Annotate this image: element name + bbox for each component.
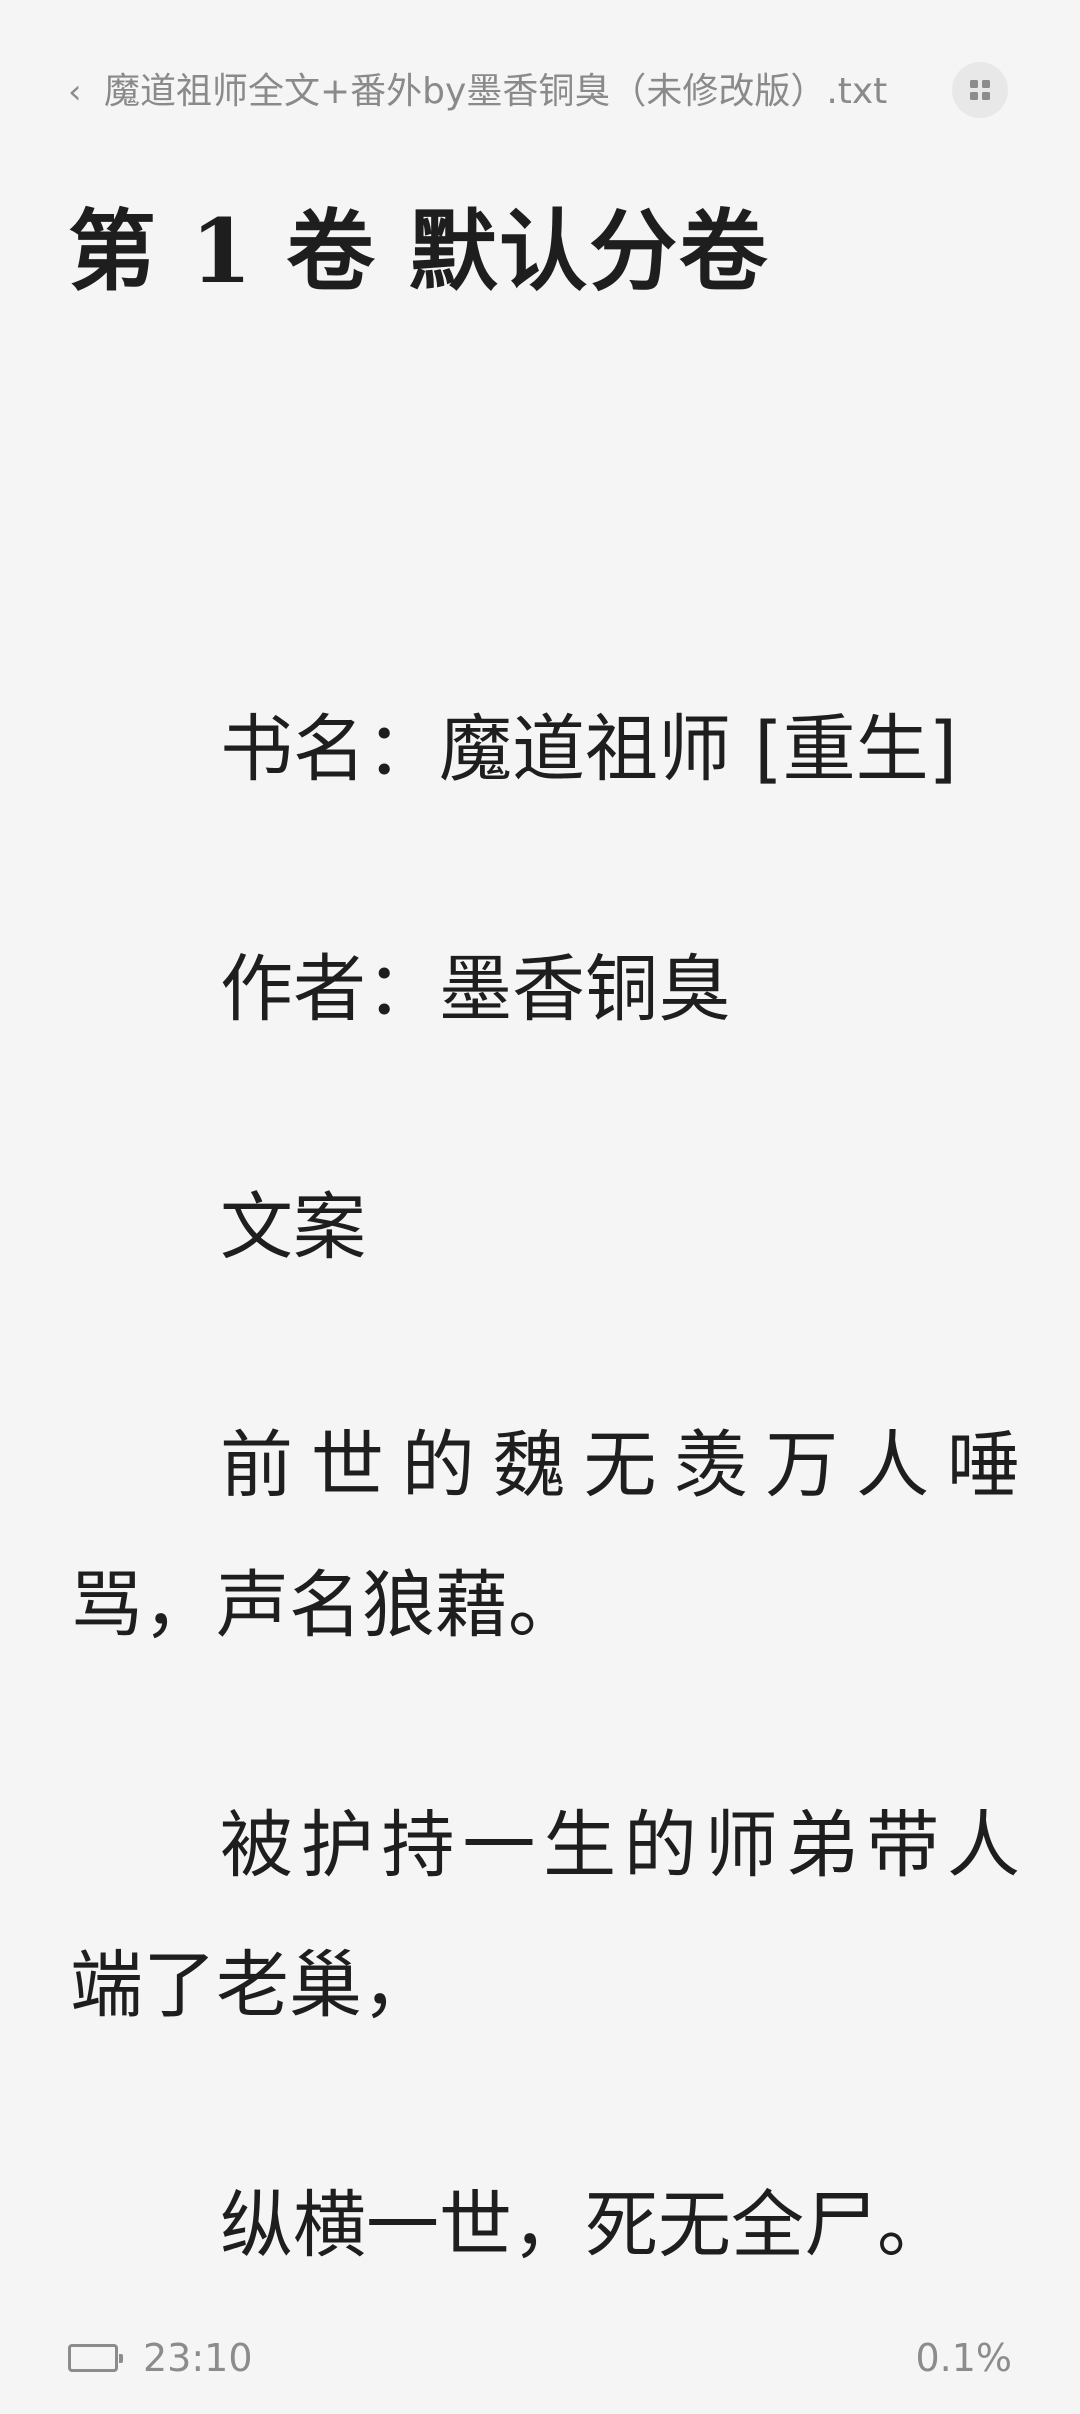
reader-top-bar: ‹ 魔道祖师全文+番外by墨香铜臭（未修改版）.txt — [0, 0, 1080, 180]
grid-icon — [970, 80, 990, 100]
volume-title: 第 1 卷 默认分卷 — [68, 199, 770, 303]
reading-progress: 0.1% — [915, 2336, 1012, 2380]
paragraph-synopsis-3: 纵横一世，死无全尸。 — [220, 2183, 950, 2268]
reader-status-bar: 23:10 0.1% — [0, 2326, 1080, 2396]
chevron-left-icon[interactable]: ‹ — [68, 72, 90, 112]
paragraph-book-name: 书名：魔道祖师 [重生] — [220, 707, 958, 792]
paragraph-synopsis-heading: 文案 — [220, 1185, 366, 1270]
clock-time: 23:10 — [143, 2336, 253, 2380]
battery-icon — [68, 2344, 123, 2372]
menu-button[interactable] — [952, 62, 1008, 118]
paragraph-synopsis-2: 被护持一生的师弟带人端了老巢， — [70, 1803, 1020, 2028]
file-title[interactable]: 魔道祖师全文+番外by墨香铜臭（未修改版）.txt — [104, 66, 887, 118]
paragraph-synopsis-1: 前世的魏无羡万人唾骂，声名狼藉。 — [70, 1423, 1020, 1648]
paragraph-author: 作者：墨香铜臭 — [220, 947, 731, 1032]
